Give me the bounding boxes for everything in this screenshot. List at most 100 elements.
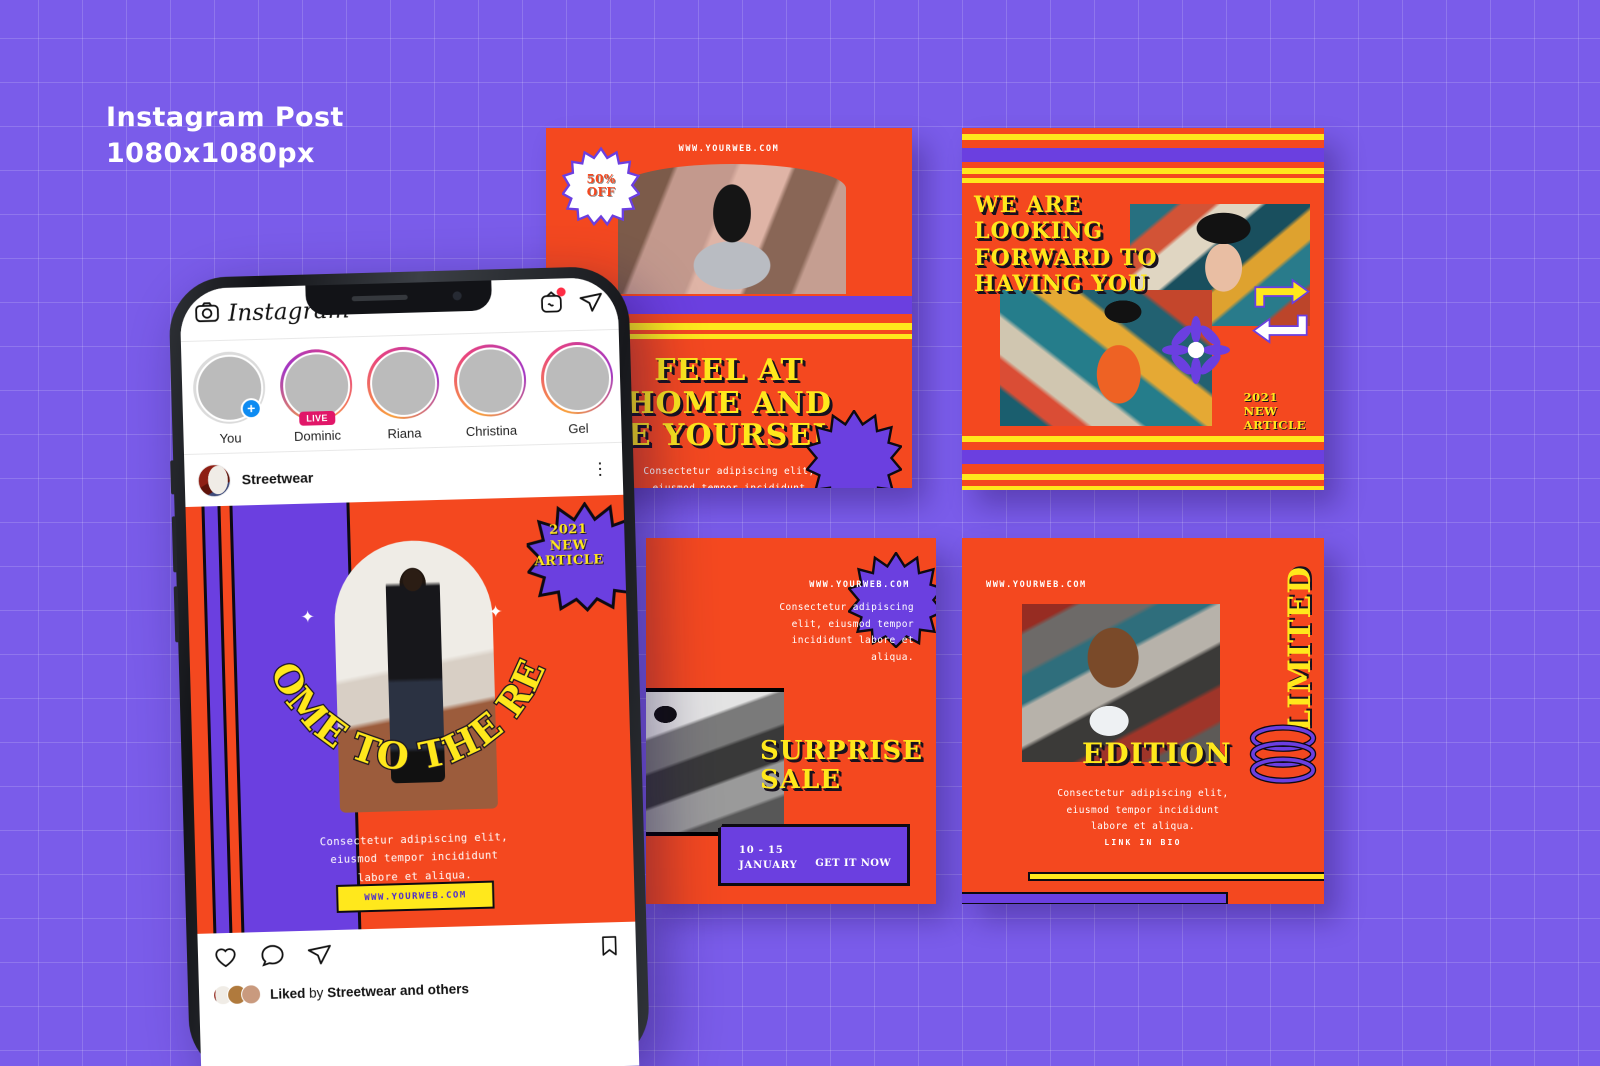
card-forward-stripe-y1 [962, 134, 1324, 140]
add-story-button[interactable]: + [240, 397, 263, 420]
card-sale-description: Consectetur adipiscing elit, eiusmod tem… [779, 602, 914, 663]
card-limited-vertical-word: LIMITED [1282, 566, 1318, 732]
liked-avatars [212, 984, 262, 1006]
liked-account[interactable]: Streetwear [327, 983, 396, 1000]
story-label: Christina [465, 422, 518, 440]
card-sale-web-url: WWW.YOURWEB.COM [809, 580, 910, 590]
story-item-you[interactable]: + You [190, 350, 269, 447]
curved-arrows-shape [1252, 278, 1310, 344]
avatar [240, 984, 262, 1005]
sale-month: JANUARY [739, 860, 798, 871]
page-title-line2: 1080x1080px [106, 138, 315, 170]
phone-screen: Instagram + You LIVE Dominic Riana Chris… [179, 276, 640, 1066]
arrow-icons [1250, 276, 1312, 348]
notification-dot [556, 287, 566, 297]
card-forward-new-article-badge: 2021 NEW ARTICLE [1244, 390, 1306, 432]
post-photo-figure [385, 563, 446, 784]
story-item-dominic[interactable]: LIVE Dominic [277, 348, 356, 444]
stories-tray[interactable]: + You LIVE Dominic Riana Christina Gel [180, 329, 622, 455]
heart-icon[interactable] [212, 943, 240, 976]
card-forward-stripe-y5 [962, 474, 1324, 480]
post-web-tag[interactable]: WWW.YOURWEB.COM [335, 880, 495, 913]
story-label: Riana [387, 425, 422, 442]
card-limited-description: Consectetur adipiscing elit, eiusmod tem… [1057, 788, 1229, 833]
card-limited-bar-purple [962, 892, 1228, 904]
more-options-icon[interactable]: ⋮ [591, 459, 610, 478]
story-ring [453, 343, 528, 418]
spring-coil-icon [1246, 724, 1320, 786]
sparkle-icon-right: ✦ [488, 602, 504, 622]
card-forward-stripe-y6 [962, 486, 1324, 490]
card-forward-headline-3: FORWARD TO [974, 244, 1158, 271]
live-badge: LIVE [299, 410, 336, 426]
card-sale-headline-2: SALE [760, 765, 842, 795]
page-title: Instagram Post 1080x1080px [106, 100, 344, 173]
sale-dates: 10 - 15 JANUARY [739, 843, 798, 873]
card-forward-stripe-p2 [962, 450, 1324, 464]
post-photo-arch [332, 538, 499, 813]
avatar [542, 343, 612, 413]
liked-prefix: Liked [269, 985, 306, 1002]
story-ring [366, 345, 441, 420]
card-limited-web-url: WWW.YOURWEB.COM [986, 580, 1087, 590]
front-camera [452, 291, 462, 301]
card-feel-photo [618, 164, 846, 294]
avatar [455, 346, 525, 415]
avatar [368, 348, 438, 418]
share-icon[interactable] [306, 940, 334, 973]
post-avatar[interactable] [197, 463, 232, 498]
comment-icon[interactable] [259, 941, 287, 974]
post-artwork[interactable]: 2021 NEW ARTICLE ✦ ✦ WELCOME TO THE REIS… [185, 494, 636, 934]
card-forward-stripe-y3 [962, 178, 1324, 183]
post-card-surprise-sale[interactable]: WWW.YOURWEB.COM Consectetur adipiscing e… [646, 538, 936, 904]
badge-new: NEW [1243, 403, 1278, 418]
discount-starburst: 50% OFF [561, 144, 642, 228]
bookmark-icon[interactable] [597, 933, 623, 964]
phone-mockup: Instagram + You LIVE Dominic Riana Chris… [168, 265, 651, 1066]
story-label: Gel [568, 420, 589, 437]
get-it-now-button[interactable]: GET IT NOW [815, 858, 891, 869]
purple-starburst [804, 408, 904, 488]
card-forward-headline-2: LOOKING [974, 218, 1104, 245]
badge-article: ARTICLE [534, 552, 604, 570]
story-label: Dominic [293, 427, 342, 444]
story-label: You [219, 430, 242, 447]
card-sale-headline: SURPRISE SALE [760, 738, 923, 796]
spring-shape [1249, 724, 1317, 784]
card-forward-stripe-p1 [962, 148, 1324, 162]
badge-article: ARTICLE [1243, 417, 1306, 432]
send-icon[interactable] [578, 288, 605, 320]
card-sale-headline-1: SURPRISE [760, 736, 923, 766]
flower-icon [1162, 316, 1230, 384]
post-card-limited-edition[interactable]: WWW.YOURWEB.COM LIMITED EDITION Consecte… [962, 538, 1324, 904]
card-forward-headline-4: HAVING YOU [974, 271, 1149, 298]
card-limited-bar-yellow-1 [1028, 872, 1324, 881]
card-limited-cta[interactable]: LINK IN BIO [962, 838, 1324, 847]
sale-ticket[interactable]: 10 - 15 JANUARY GET IT NOW [718, 824, 910, 886]
post-card-looking-forward[interactable]: WE ARE LOOKING FORWARD TO HAVING YOU 202… [962, 128, 1324, 490]
flower-shape [1162, 316, 1230, 384]
avatar [281, 350, 351, 420]
card-limited-headline: EDITION [1082, 737, 1232, 770]
liked-by-text: Liked by Streetwear and others [270, 981, 469, 1002]
card-forward-stripe-y2 [962, 168, 1324, 174]
camera-icon[interactable] [194, 298, 221, 330]
page-title-line1: Instagram Post [106, 102, 344, 133]
story-ring [540, 341, 615, 416]
earpiece-speaker [351, 294, 408, 302]
new-article-badge: 2021 NEW ARTICLE [520, 521, 617, 570]
phone-notch [305, 280, 493, 316]
liked-by-word: by [308, 984, 324, 1001]
card-forward-headline: WE ARE LOOKING FORWARD TO HAVING YOU [974, 194, 1158, 300]
card-forward-stripe-y4 [962, 436, 1324, 442]
card-forward-headline-1: WE ARE [974, 192, 1082, 218]
sale-date-range: 10 - 15 [739, 845, 784, 856]
discount-line2: OFF [586, 185, 616, 199]
story-item-gel[interactable]: Gel [538, 341, 617, 437]
story-item-riana[interactable]: Riana [364, 345, 443, 442]
starburst-shape [804, 408, 904, 488]
story-item-christina[interactable]: Christina [451, 343, 530, 439]
post-account-name[interactable]: Streetwear [242, 469, 314, 487]
igtv-icon[interactable] [539, 287, 566, 320]
post-description: Consectetur adipiscing elit, eiusmod tem… [319, 831, 509, 885]
